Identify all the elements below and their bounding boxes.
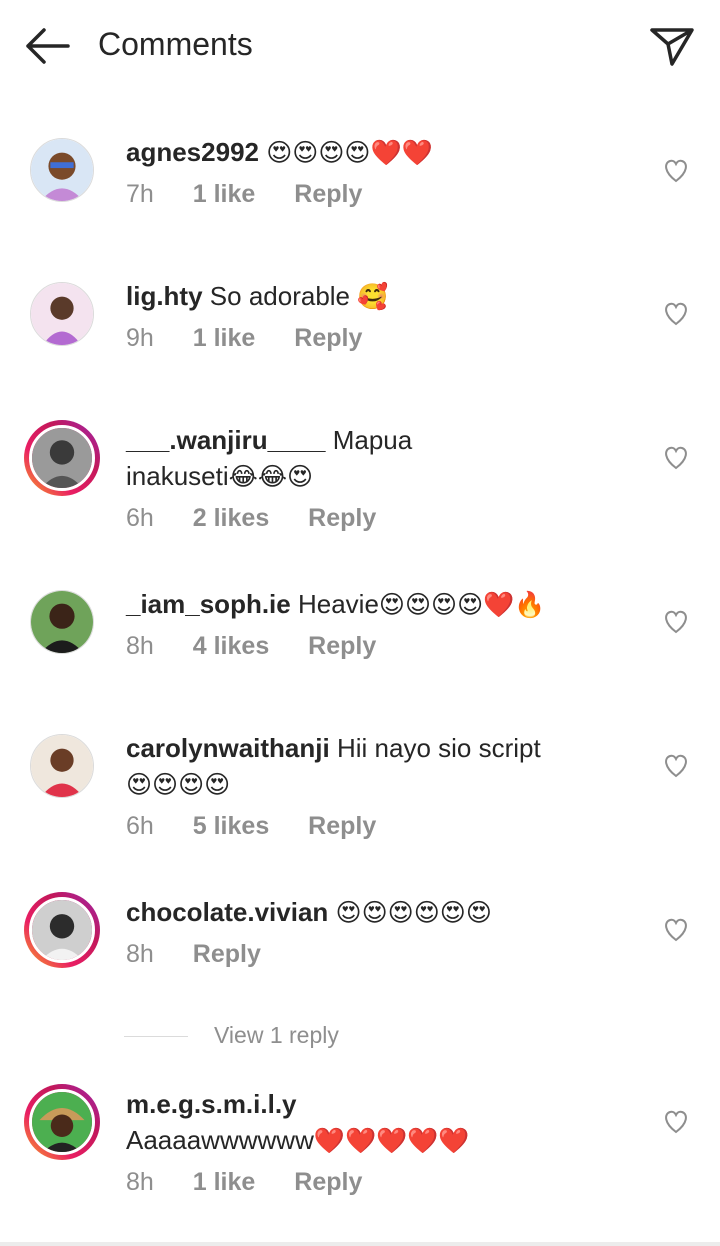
comment-username[interactable]: _iam_soph.ie: [126, 589, 291, 619]
reply-button[interactable]: Reply: [308, 812, 376, 840]
reply-button[interactable]: Reply: [308, 632, 376, 660]
heart-outline-icon[interactable]: [662, 752, 690, 778]
comment-text: Mapua: [332, 425, 413, 455]
avatar-with-story-ring[interactable]: [24, 1084, 100, 1160]
comment-time: 8h: [126, 940, 154, 968]
avatar[interactable]: [30, 590, 94, 654]
comment-text-continued: inakuseti: [126, 461, 229, 491]
heart-outline-icon[interactable]: [662, 608, 690, 634]
reply-button[interactable]: Reply: [308, 504, 376, 532]
comment-emoji: 😍😍😍😍😍😍: [335, 899, 492, 927]
avatar-with-story-ring[interactable]: [24, 892, 100, 968]
page-title: Comments: [98, 26, 253, 62]
comment-likes[interactable]: 1 like: [193, 324, 256, 352]
comment-emoji: 😍😍😍😍: [126, 771, 231, 799]
comment-likes[interactable]: 1 like: [193, 180, 256, 208]
comment-likes[interactable]: 2 likes: [193, 504, 269, 532]
comment-emoji: ❤️❤️❤️❤️❤️: [313, 1127, 470, 1155]
comment-username[interactable]: chocolate.vivian: [126, 897, 328, 927]
comment-emoji: 😂😂😍: [228, 463, 314, 491]
comment-text: So adorable: [209, 281, 351, 311]
comment-emoji: 😍😍😍😍❤️❤️: [266, 139, 433, 167]
paper-plane-icon[interactable]: [648, 24, 696, 68]
avatar-with-story-ring[interactable]: [24, 420, 100, 496]
view-replies-divider: [124, 1036, 188, 1037]
heart-outline-icon[interactable]: [662, 916, 690, 942]
comment-username[interactable]: ___.wanjiru____: [126, 425, 325, 455]
comment-text: Hii nayo sio script: [336, 733, 541, 763]
comment-username[interactable]: agnes2992: [126, 137, 259, 167]
comment-text: Aaaaawwwwww: [126, 1125, 314, 1155]
comment-time: 6h: [126, 812, 154, 840]
comment-username[interactable]: carolynwaithanji: [126, 733, 330, 763]
comment-time: 8h: [126, 1168, 154, 1196]
comment-likes[interactable]: 1 like: [193, 1168, 256, 1196]
heart-outline-icon[interactable]: [662, 444, 690, 470]
heart-outline-icon[interactable]: [662, 157, 690, 183]
view-replies-label: View 1 reply: [214, 1022, 339, 1048]
reply-button[interactable]: Reply: [294, 1168, 362, 1196]
comment-time: 9h: [126, 324, 154, 352]
avatar[interactable]: [30, 138, 94, 202]
avatar[interactable]: [30, 282, 94, 346]
comment-time: 7h: [126, 180, 154, 208]
comment-emoji: 🥰: [357, 283, 389, 311]
comment-likes[interactable]: 5 likes: [193, 812, 269, 840]
reply-button[interactable]: Reply: [294, 180, 362, 208]
comment-username[interactable]: lig.hty: [126, 281, 203, 311]
comment-time: 8h: [126, 632, 154, 660]
comment-text: Heavie: [297, 589, 379, 619]
bottom-divider: [0, 1242, 720, 1246]
heart-outline-icon[interactable]: [662, 1108, 690, 1134]
header: Comments: [0, 0, 720, 92]
back-arrow-icon[interactable]: [22, 24, 72, 68]
comment-time: 6h: [126, 504, 154, 532]
comment-username[interactable]: m.e.g.s.m.i.l.y: [126, 1089, 297, 1119]
reply-button[interactable]: Reply: [193, 940, 261, 968]
reply-button[interactable]: Reply: [294, 324, 362, 352]
heart-outline-icon[interactable]: [662, 300, 690, 326]
comment-emoji: 😍😍😍😍❤️🔥: [378, 591, 546, 619]
avatar[interactable]: [30, 734, 94, 798]
comment-likes[interactable]: 4 likes: [193, 632, 269, 660]
